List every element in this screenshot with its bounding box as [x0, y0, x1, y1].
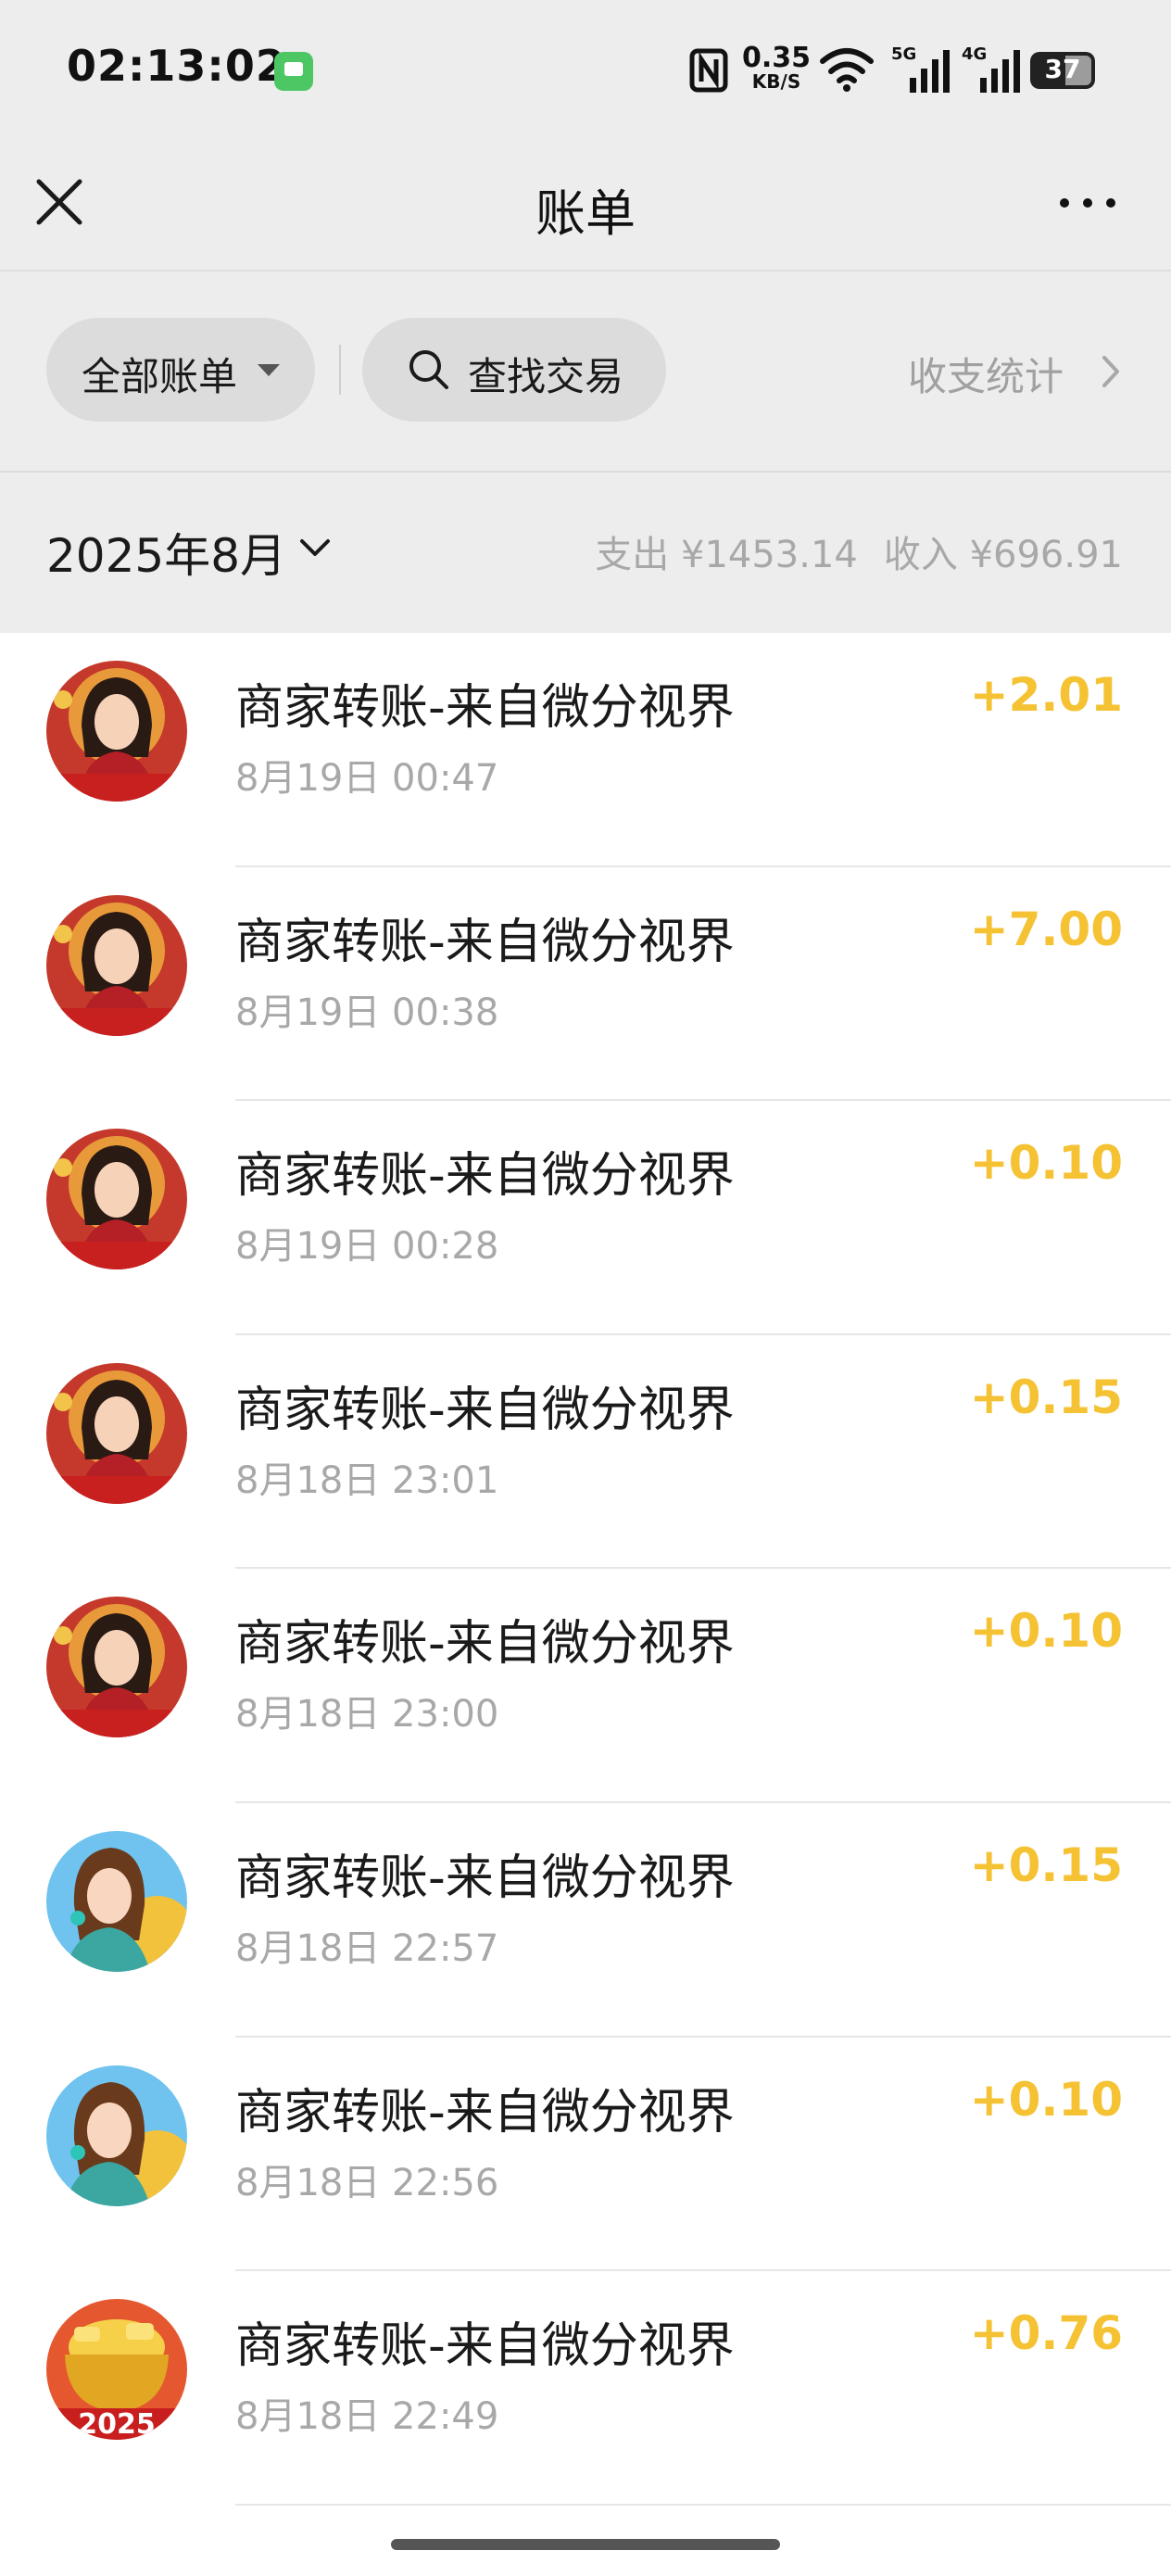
battery-level: 37 [1044, 54, 1081, 84]
transaction-row[interactable]: 商家转账-来自微分视界 8月18日 22:56 +0.10 [0, 2038, 1171, 2272]
lady-blue-avatar [46, 2065, 187, 2206]
lady-red-avatar [46, 1129, 187, 1270]
transaction-row[interactable]: 商家转账-来自微分视界 8月19日 00:38 +7.00 [0, 867, 1171, 1102]
message-notification-icon [274, 52, 313, 91]
lady-red-avatar [46, 1597, 187, 1738]
search-transaction-label: 查找交易 [468, 354, 624, 399]
signal-4g-icon: 4G [962, 44, 1021, 93]
transaction-row[interactable]: 商家转账-来自微分视界 8月18日 22:57 +0.15 [0, 1803, 1171, 2038]
nav-divider [0, 270, 1171, 271]
lady-red-avatar [46, 1362, 187, 1504]
chevron-down-icon[interactable] [295, 530, 335, 567]
wifi-icon [820, 48, 874, 92]
all-bills-filter[interactable]: 全部账单 [46, 318, 315, 422]
signal-5g-label: 5G [891, 44, 917, 64]
transaction-name: 商家转账-来自微分视界 [235, 1616, 735, 1673]
transaction-name: 商家转账-来自微分视界 [235, 2084, 735, 2140]
transaction-name: 商家转账-来自微分视界 [235, 1850, 735, 1906]
home-indicator[interactable] [391, 2539, 780, 2550]
transaction-name: 商家转账-来自微分视界 [235, 1382, 735, 1438]
lady-red-avatar [46, 894, 187, 1036]
nav-bar: 账单 [0, 139, 1171, 271]
status-time: 02:13:02 [67, 41, 286, 91]
network-speed-unit: KB/S [751, 70, 801, 93]
transaction-time: 8月18日 22:56 [235, 2161, 499, 2204]
search-icon [409, 350, 448, 389]
month-expense: 支出 ¥1453.14 [595, 534, 858, 576]
signal-4g-label: 4G [962, 44, 988, 64]
transaction-amount: +0.10 [969, 1136, 1123, 1191]
transaction-name: 商家转账-来自微分视界 [235, 2318, 735, 2375]
month-summary: 支出 ¥1453.14 收入 ¥696.91 [569, 524, 1123, 578]
transaction-name: 商家转账-来自微分视界 [235, 914, 735, 970]
income-expense-stats-link[interactable]: 收支统计 [908, 346, 1064, 402]
transaction-amount: +0.10 [969, 2072, 1123, 2127]
transaction-time: 8月18日 22:49 [235, 2395, 499, 2439]
transaction-list: 商家转账-来自微分视界 8月19日 00:47 +2.01 商家转账-来自微分视… [0, 633, 1171, 2506]
network-speed: 0.35 KB/S [741, 42, 812, 93]
transaction-name: 商家转账-来自微分视界 [235, 680, 735, 736]
transaction-time: 8月19日 00:38 [235, 991, 499, 1034]
filter-divider [0, 471, 1171, 473]
transaction-name: 商家转账-来自微分视界 [235, 1148, 735, 1205]
transaction-amount: +2.01 [969, 668, 1123, 722]
nfc-icon [689, 48, 728, 93]
search-transaction-button[interactable]: 查找交易 [362, 318, 666, 422]
signal-5g-icon: 5G [891, 44, 951, 93]
transaction-amount: +7.00 [969, 902, 1123, 956]
status-bar: 02:13:02 0.35 KB/S 5G 4G 37 [0, 0, 1171, 139]
battery-icon: 37 [1030, 52, 1095, 89]
transaction-amount: +0.15 [969, 1370, 1123, 1424]
avatar-year-text: 2025 [78, 2408, 156, 2440]
transaction-amount: +0.15 [969, 1837, 1123, 1892]
transaction-row[interactable]: 商家转账-来自微分视界 8月18日 23:01 +0.15 [0, 1335, 1171, 1570]
transaction-row[interactable]: 2025 商家转账-来自微分视界 8月18日 22:49 +0.76 [0, 2271, 1171, 2506]
more-icon[interactable] [1052, 176, 1123, 228]
transaction-amount: +0.76 [969, 2306, 1123, 2361]
transaction-time: 8月18日 23:01 [235, 1458, 499, 1502]
transaction-row[interactable]: 商家转账-来自微分视界 8月19日 00:47 +2.01 [0, 633, 1171, 867]
transaction-time: 8月18日 22:57 [235, 1926, 499, 1970]
month-income: 收入 ¥696.91 [883, 534, 1123, 576]
transaction-amount: +0.10 [969, 1604, 1123, 1659]
chevron-right-icon[interactable] [1097, 350, 1125, 393]
filter-separator [339, 345, 341, 395]
network-speed-value: 0.35 [741, 42, 812, 74]
lady-red-avatar [46, 661, 187, 802]
transaction-row[interactable]: 商家转账-来自微分视界 8月18日 23:00 +0.10 [0, 1569, 1171, 1803]
transaction-time: 8月19日 00:28 [235, 1225, 499, 1269]
transaction-time: 8月19日 00:47 [235, 757, 499, 800]
row-divider [235, 2503, 1171, 2506]
lady-blue-avatar [46, 1830, 187, 1972]
gold-2025-avatar: 2025 [46, 2299, 187, 2441]
page-title: 账单 [535, 184, 636, 243]
transaction-time: 8月18日 23:00 [235, 1693, 499, 1736]
caret-down-icon [258, 364, 280, 376]
all-bills-label: 全部账单 [82, 354, 238, 399]
transaction-row[interactable]: 商家转账-来自微分视界 8月19日 00:28 +0.10 [0, 1101, 1171, 1335]
month-selector[interactable]: 2025年8月 [46, 519, 286, 586]
